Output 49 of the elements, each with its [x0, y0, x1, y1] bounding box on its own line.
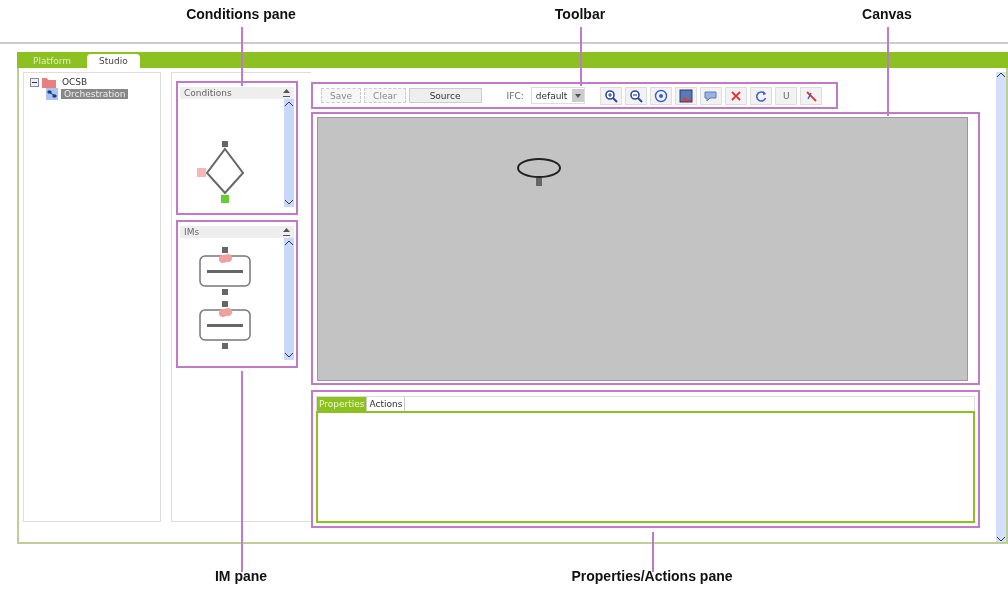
collapse-icon[interactable] — [30, 77, 39, 87]
tab[interactable]: Actions — [367, 397, 406, 411]
leader-line — [652, 532, 654, 572]
scroll-down-icon[interactable] — [285, 199, 293, 205]
zoom-out-icon — [629, 88, 644, 103]
speech-bubble-icon — [704, 88, 719, 103]
callout-label: Toolbar — [553, 6, 607, 22]
caret-icon — [575, 93, 582, 98]
toolbar-button[interactable]: Source — [408, 88, 482, 103]
tool-button[interactable] — [650, 86, 673, 105]
tool-button[interactable] — [675, 86, 698, 105]
collapse-icon[interactable] — [283, 89, 290, 97]
scrollbar[interactable] — [996, 72, 1006, 542]
tool-button[interactable] — [800, 86, 823, 105]
refresh-icon — [754, 88, 769, 103]
scroll-down-icon[interactable] — [997, 536, 1005, 542]
collapse-icon[interactable] — [283, 228, 290, 236]
scroll-up-icon[interactable] — [285, 240, 293, 246]
delete-icon — [729, 88, 744, 103]
zoom-in-icon — [604, 88, 619, 103]
scrollbar[interactable] — [284, 238, 294, 360]
callout-label: Canvas — [861, 6, 913, 22]
tool-button[interactable] — [725, 86, 748, 105]
scroll-up-icon[interactable] — [285, 101, 293, 107]
tree-item[interactable]: OCSB — [59, 77, 91, 87]
start-node-icon — [516, 157, 562, 189]
folder-icon — [42, 76, 56, 88]
tool-button[interactable] — [750, 86, 773, 105]
ifc-dropdown[interactable]: default — [530, 87, 586, 104]
im-node-icon — [197, 247, 253, 297]
scroll-down-icon[interactable] — [285, 352, 293, 358]
slash-icon — [804, 88, 819, 103]
field-label: IFC: — [506, 90, 524, 101]
tab[interactable]: Studio — [86, 54, 140, 68]
workflow-icon — [46, 88, 58, 100]
tree-item[interactable]: Orchestration — [61, 89, 129, 99]
tool-button[interactable] — [600, 86, 623, 105]
callout-label: IM pane — [213, 568, 269, 584]
target-icon — [654, 88, 669, 103]
panel-title: Conditions — [184, 88, 232, 98]
scroll-up-icon[interactable] — [997, 72, 1005, 78]
callout-label: Properties/Actions pane — [570, 568, 734, 584]
callout-label: Conditions pane — [185, 6, 297, 22]
image-icon — [679, 88, 694, 103]
panel-title: IMs — [184, 227, 200, 237]
scrollbar[interactable] — [284, 99, 294, 207]
tool-button[interactable]: U — [775, 86, 798, 105]
im-node-icon — [197, 301, 253, 351]
tool-button[interactable] — [625, 86, 648, 105]
